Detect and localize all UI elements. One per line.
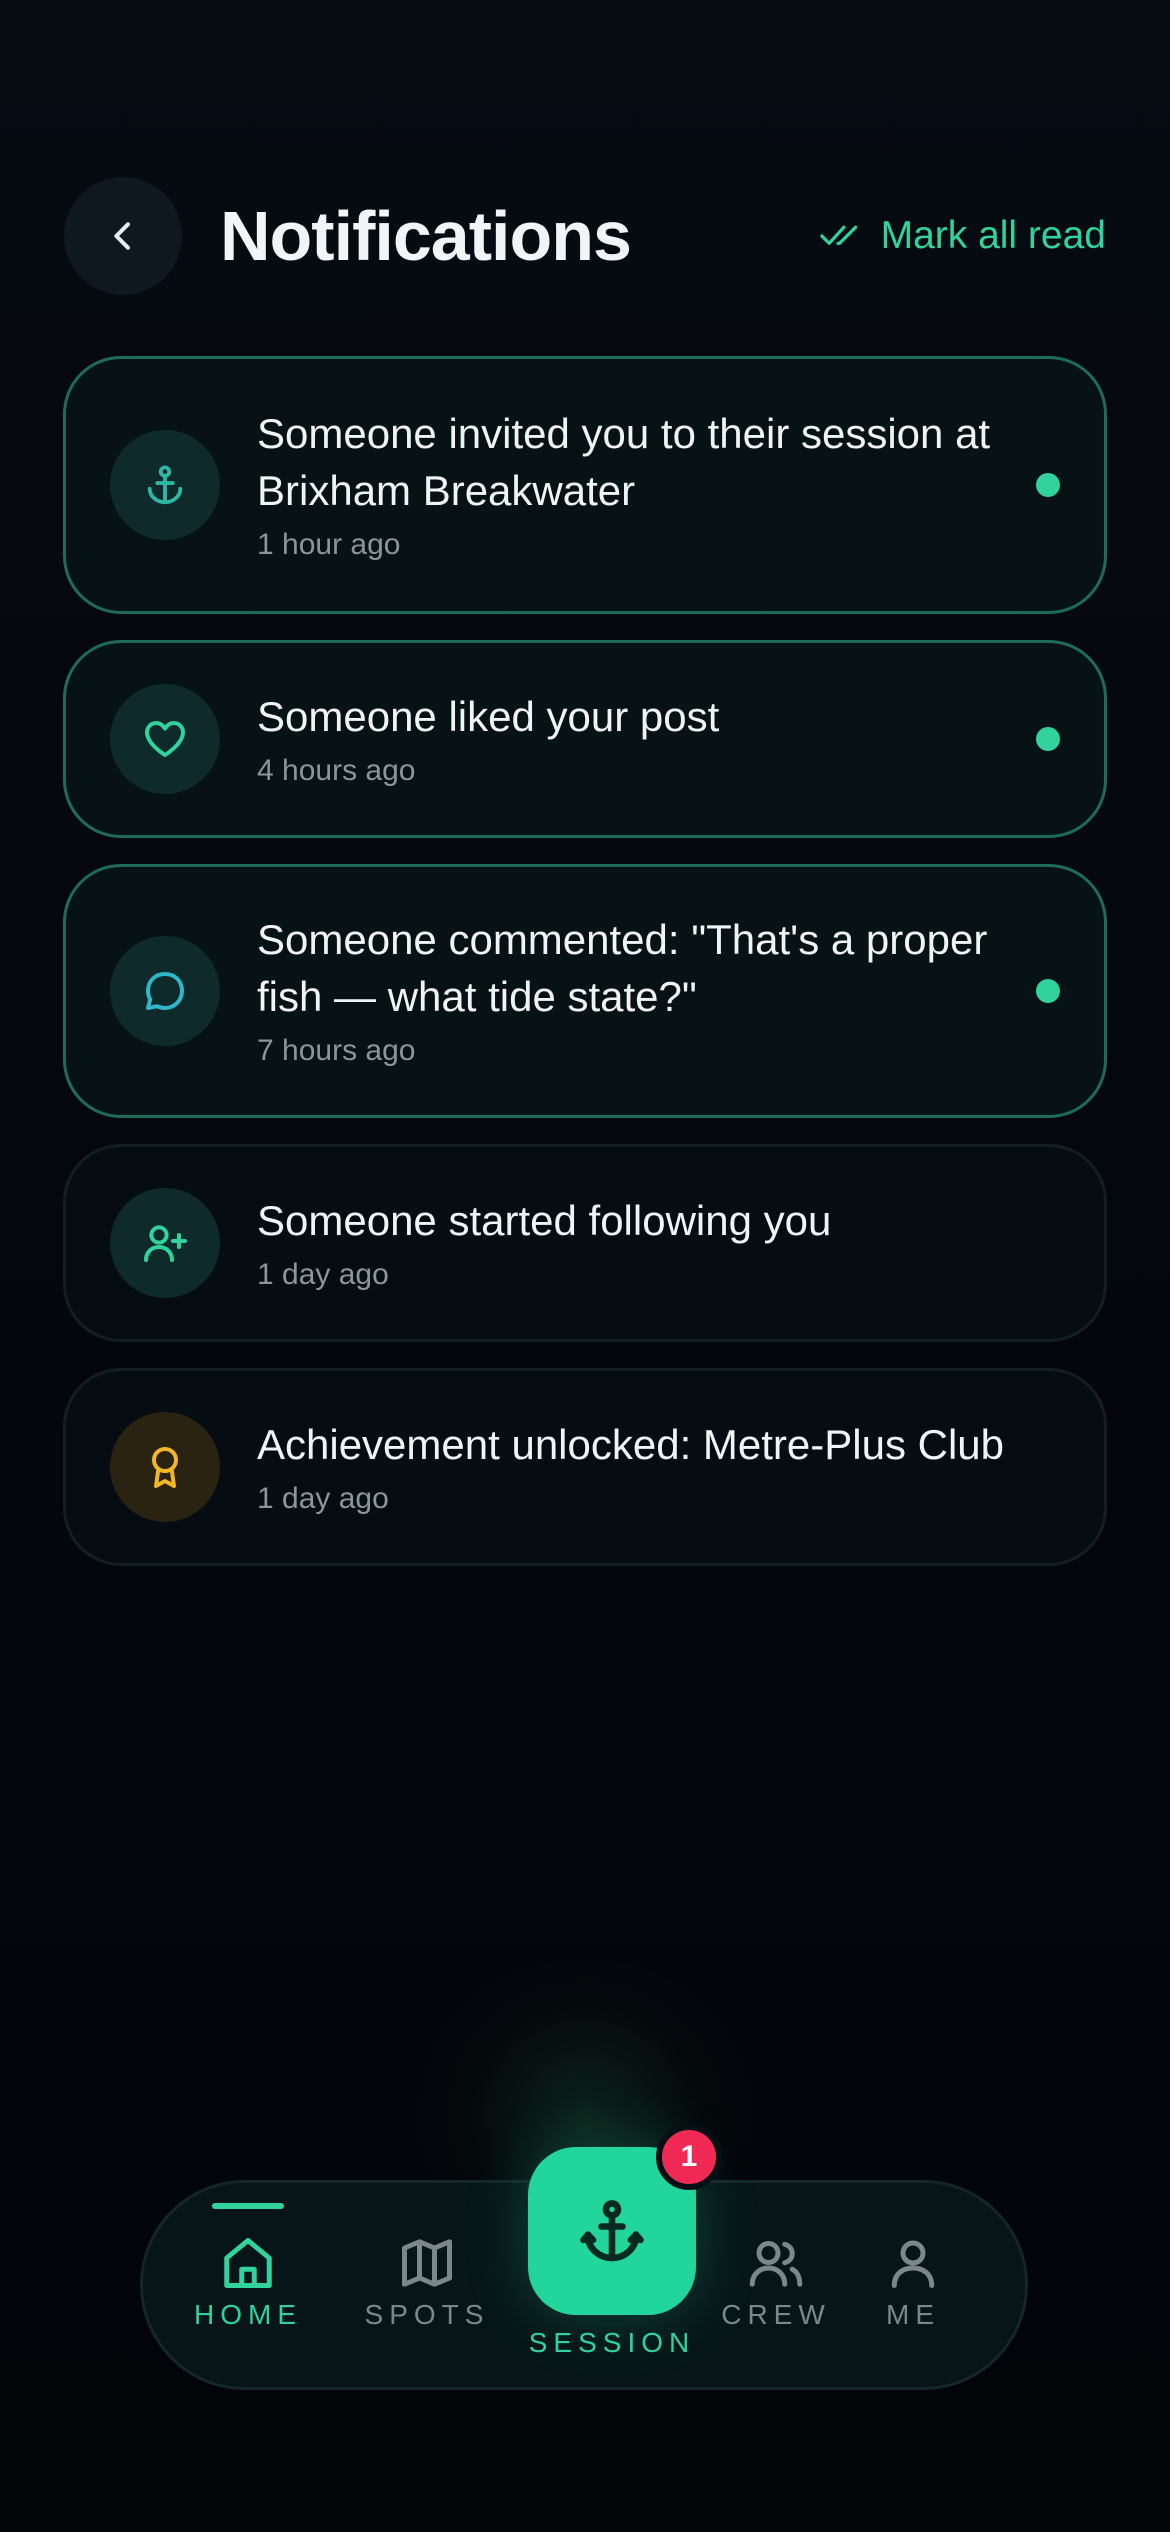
notification-item[interactable]: Achievement unlocked: Metre-Plus Club 1 … [63,1368,1107,1566]
user-icon [891,2240,935,2288]
users-icon [749,2240,803,2287]
session-badge: 1 [656,2124,722,2190]
notification-time: 1 day ago [257,1257,389,1291]
unread-dot [1036,727,1060,751]
back-button[interactable] [64,177,182,295]
unread-dot [1036,473,1060,497]
nav-me[interactable]: ME [873,2183,953,2393]
page-title: Notifications [220,197,632,275]
user-plus-icon [144,1225,187,1262]
anchor-icon [147,465,183,505]
notification-item[interactable]: Someone commented: "That's a proper fish… [63,864,1107,1118]
mark-all-read-button[interactable]: Mark all read [819,210,1106,262]
notification-item[interactable]: Someone liked your post 4 hours ago [63,640,1107,838]
nav-spots[interactable]: SPOTS [362,2183,492,2393]
notification-icon-wrap [110,1188,220,1298]
unread-dot [1036,979,1060,1003]
nav-home-label: HOME [194,2299,302,2330]
notification-icon-wrap [110,684,220,794]
home-icon [224,2238,272,2288]
notification-title: Someone started following you [257,1196,832,1244]
notification-item[interactable]: Someone invited you to their session at … [63,356,1107,614]
notification-time: 7 hours ago [257,1034,416,1067]
award-icon [152,1447,178,1488]
nav-crew[interactable]: CREW [711,2183,841,2393]
anchor-icon [580,2200,644,2262]
notification-icon-wrap [110,430,220,540]
notification-title: Someone commented: "That's a proper fish… [257,916,988,1020]
nav-crew-label: CREW [721,2299,831,2330]
notification-title: Someone invited you to their session at … [257,410,991,514]
double-check-icon [819,225,857,245]
nav-me-label: ME [886,2299,940,2330]
notification-time: 4 hours ago [257,753,416,787]
comment-icon [146,972,184,1010]
nav-spots-label: SPOTS [364,2299,490,2330]
notification-icon-wrap [110,936,220,1046]
notification-item[interactable]: Someone started following you 1 day ago [63,1144,1107,1342]
mark-all-read-label: Mark all read [880,214,1106,257]
chevron-left-icon [114,222,130,250]
nav-session-label: SESSION [528,2327,696,2358]
notification-time: 1 day ago [257,1481,389,1515]
heart-icon [145,721,185,757]
nav-home[interactable]: HOME [183,2183,313,2393]
notification-title: Someone liked your post [257,692,720,740]
notification-list: Someone invited you to their session at … [63,356,1107,1592]
header: Notifications Mark all read [0,0,1170,300]
notification-icon-wrap [110,1412,220,1522]
notification-time: 1 hour ago [257,528,401,561]
map-icon [402,2239,452,2287]
active-indicator [212,2203,284,2209]
notification-title: Achievement unlocked: Metre-Plus Club [257,1420,1005,1468]
